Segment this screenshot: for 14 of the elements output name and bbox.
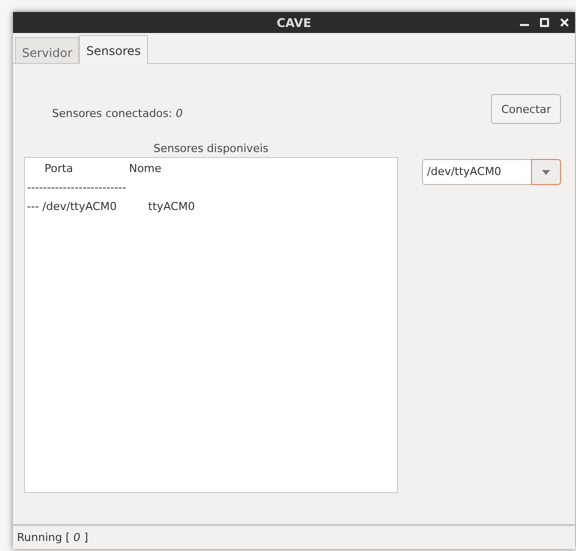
close-icon[interactable] [560, 18, 569, 27]
list-line: Porta Nome [43, 161, 162, 177]
port-select[interactable]: /dev/ttyACM0 [422, 159, 561, 185]
list-line: ------------------------- [27, 180, 128, 196]
connect-button[interactable]: Conectar [491, 94, 561, 124]
tab[interactable]: Servidor [15, 37, 80, 63]
list-title: Sensores disponiveis [153, 142, 269, 155]
connected-label: Sensores conectados: 0 [52, 107, 183, 120]
tab[interactable]: Sensores [79, 35, 148, 64]
sensor-list[interactable]: Porta Nome ------------------------- --- /dev/ttyACM0 ttyACM0 [24, 157, 398, 493]
window-title: CAVE [276, 16, 312, 30]
list-line: --- /dev/ttyACM0 ttyACM0 [27, 199, 196, 215]
maximize-icon[interactable] [540, 18, 549, 27]
status-text: Running [ 0 ] [17, 531, 88, 544]
